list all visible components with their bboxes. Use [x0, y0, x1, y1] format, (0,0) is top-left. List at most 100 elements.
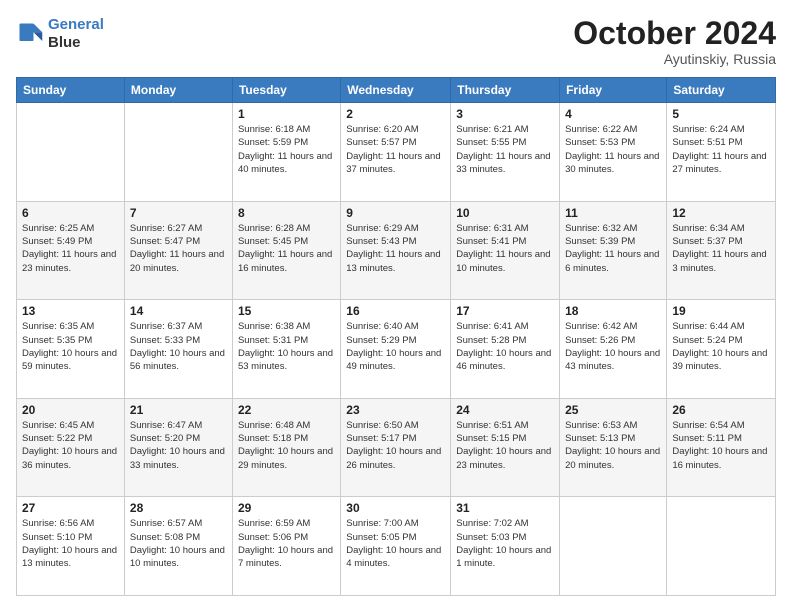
- day-number: 27: [22, 501, 119, 515]
- weekday-header-sunday: Sunday: [17, 78, 125, 103]
- day-info: Sunrise: 6:35 AMSunset: 5:35 PMDaylight:…: [22, 320, 119, 373]
- day-info: Sunrise: 6:48 AMSunset: 5:18 PMDaylight:…: [238, 419, 335, 472]
- day-info: Sunrise: 6:40 AMSunset: 5:29 PMDaylight:…: [346, 320, 445, 373]
- calendar-cell: 10 Sunrise: 6:31 AMSunset: 5:41 PMDayligh…: [451, 201, 560, 300]
- weekday-header-tuesday: Tuesday: [232, 78, 340, 103]
- calendar-cell: 23 Sunrise: 6:50 AMSunset: 5:17 PMDayligh…: [341, 398, 451, 497]
- day-number: 12: [672, 206, 770, 220]
- day-number: 28: [130, 501, 227, 515]
- calendar-cell: 3 Sunrise: 6:21 AMSunset: 5:55 PMDaylight…: [451, 103, 560, 202]
- day-info: Sunrise: 6:53 AMSunset: 5:13 PMDaylight:…: [565, 419, 661, 472]
- day-number: 4: [565, 107, 661, 121]
- day-info: Sunrise: 6:22 AMSunset: 5:53 PMDaylight:…: [565, 123, 661, 176]
- day-info: Sunrise: 6:32 AMSunset: 5:39 PMDaylight:…: [565, 222, 661, 275]
- day-number: 9: [346, 206, 445, 220]
- day-info: Sunrise: 6:37 AMSunset: 5:33 PMDaylight:…: [130, 320, 227, 373]
- calendar-cell: 21Sunrise: 6:47 AMSunset: 5:20 PMDayligh…: [124, 398, 232, 497]
- day-info: Sunrise: 6:51 AMSunset: 5:15 PMDaylight:…: [456, 419, 554, 472]
- day-info: Sunrise: 6:20 AMSunset: 5:57 PMDaylight:…: [346, 123, 445, 176]
- day-info: Sunrise: 6:45 AMSunset: 5:22 PMDaylight:…: [22, 419, 119, 472]
- calendar-cell: 27 Sunrise: 6:56 AMSunset: 5:10 PMDayligh…: [17, 497, 125, 596]
- weekday-header-thursday: Thursday: [451, 78, 560, 103]
- day-number: 22: [238, 403, 335, 417]
- weekday-header-friday: Friday: [560, 78, 667, 103]
- calendar-cell: 4 Sunrise: 6:22 AMSunset: 5:53 PMDaylight…: [560, 103, 667, 202]
- calendar-table: SundayMondayTuesdayWednesdayThursdayFrid…: [16, 77, 776, 596]
- day-number: 20: [22, 403, 119, 417]
- weekday-header-saturday: Saturday: [667, 78, 776, 103]
- calendar-cell: [17, 103, 125, 202]
- day-info: Sunrise: 6:56 AMSunset: 5:10 PMDaylight:…: [22, 517, 119, 570]
- calendar-cell: 29Sunrise: 6:59 AMSunset: 5:06 PMDayligh…: [232, 497, 340, 596]
- day-number: 13: [22, 304, 119, 318]
- day-info: Sunrise: 6:25 AMSunset: 5:49 PMDaylight:…: [22, 222, 119, 275]
- calendar-cell: 13 Sunrise: 6:35 AMSunset: 5:35 PMDayligh…: [17, 300, 125, 399]
- calendar-cell: 1Sunrise: 6:18 AMSunset: 5:59 PMDaylight…: [232, 103, 340, 202]
- day-number: 31: [456, 501, 554, 515]
- day-number: 5: [672, 107, 770, 121]
- calendar-cell: 17 Sunrise: 6:41 AMSunset: 5:28 PMDayligh…: [451, 300, 560, 399]
- page: General Blue October 2024 Ayutinskiy, Ru…: [0, 0, 792, 612]
- calendar-cell: [560, 497, 667, 596]
- day-number: 23: [346, 403, 445, 417]
- calendar-cell: 11Sunrise: 6:32 AMSunset: 5:39 PMDayligh…: [560, 201, 667, 300]
- day-number: 26: [672, 403, 770, 417]
- calendar-cell: 18Sunrise: 6:42 AMSunset: 5:26 PMDayligh…: [560, 300, 667, 399]
- day-info: Sunrise: 6:41 AMSunset: 5:28 PMDaylight:…: [456, 320, 554, 373]
- day-number: 6: [22, 206, 119, 220]
- logo: General Blue: [16, 16, 104, 52]
- calendar-cell: [667, 497, 776, 596]
- logo-text: General Blue: [48, 16, 104, 52]
- calendar-cell: 22 Sunrise: 6:48 AMSunset: 5:18 PMDayligh…: [232, 398, 340, 497]
- day-info: Sunrise: 6:24 AMSunset: 5:51 PMDaylight:…: [672, 123, 770, 176]
- day-info: Sunrise: 6:29 AMSunset: 5:43 PMDaylight:…: [346, 222, 445, 275]
- day-info: Sunrise: 6:47 AMSunset: 5:20 PMDaylight:…: [130, 419, 227, 472]
- day-number: 8: [238, 206, 335, 220]
- calendar-cell: 8 Sunrise: 6:28 AMSunset: 5:45 PMDaylight…: [232, 201, 340, 300]
- day-info: Sunrise: 7:00 AMSunset: 5:05 PMDaylight:…: [346, 517, 445, 570]
- location-subtitle: Ayutinskiy, Russia: [573, 51, 776, 67]
- calendar-cell: 14 Sunrise: 6:37 AMSunset: 5:33 PMDayligh…: [124, 300, 232, 399]
- day-info: Sunrise: 6:44 AMSunset: 5:24 PMDaylight:…: [672, 320, 770, 373]
- calendar-cell: 2 Sunrise: 6:20 AMSunset: 5:57 PMDaylight…: [341, 103, 451, 202]
- calendar-cell: [124, 103, 232, 202]
- calendar-cell: 12 Sunrise: 6:34 AMSunset: 5:37 PMDayligh…: [667, 201, 776, 300]
- day-info: Sunrise: 6:54 AMSunset: 5:11 PMDaylight:…: [672, 419, 770, 472]
- week-row-4: 20 Sunrise: 6:45 AMSunset: 5:22 PMDayligh…: [17, 398, 776, 497]
- weekday-header-monday: Monday: [124, 78, 232, 103]
- day-number: 15: [238, 304, 335, 318]
- day-number: 3: [456, 107, 554, 121]
- calendar-cell: 9 Sunrise: 6:29 AMSunset: 5:43 PMDaylight…: [341, 201, 451, 300]
- day-info: Sunrise: 6:57 AMSunset: 5:08 PMDaylight:…: [130, 517, 227, 570]
- calendar-cell: 28 Sunrise: 6:57 AMSunset: 5:08 PMDayligh…: [124, 497, 232, 596]
- weekday-header-wednesday: Wednesday: [341, 78, 451, 103]
- calendar-cell: 24Sunrise: 6:51 AMSunset: 5:15 PMDayligh…: [451, 398, 560, 497]
- day-number: 29: [238, 501, 335, 515]
- logo-line2: Blue: [48, 34, 104, 52]
- day-number: 14: [130, 304, 227, 318]
- week-row-1: 1Sunrise: 6:18 AMSunset: 5:59 PMDaylight…: [17, 103, 776, 202]
- day-info: Sunrise: 7:02 AMSunset: 5:03 PMDaylight:…: [456, 517, 554, 570]
- calendar-cell: 16 Sunrise: 6:40 AMSunset: 5:29 PMDayligh…: [341, 300, 451, 399]
- calendar-cell: 25Sunrise: 6:53 AMSunset: 5:13 PMDayligh…: [560, 398, 667, 497]
- day-info: Sunrise: 6:38 AMSunset: 5:31 PMDaylight:…: [238, 320, 335, 373]
- day-info: Sunrise: 6:31 AMSunset: 5:41 PMDaylight:…: [456, 222, 554, 275]
- calendar-cell: 30Sunrise: 7:00 AMSunset: 5:05 PMDayligh…: [341, 497, 451, 596]
- day-number: 17: [456, 304, 554, 318]
- calendar-cell: 15 Sunrise: 6:38 AMSunset: 5:31 PMDayligh…: [232, 300, 340, 399]
- day-number: 2: [346, 107, 445, 121]
- day-number: 16: [346, 304, 445, 318]
- day-info: Sunrise: 6:18 AMSunset: 5:59 PMDaylight:…: [238, 123, 335, 176]
- header: General Blue October 2024 Ayutinskiy, Ru…: [16, 16, 776, 67]
- weekday-header-row: SundayMondayTuesdayWednesdayThursdayFrid…: [17, 78, 776, 103]
- title-block: October 2024 Ayutinskiy, Russia: [573, 16, 776, 67]
- day-info: Sunrise: 6:21 AMSunset: 5:55 PMDaylight:…: [456, 123, 554, 176]
- day-number: 10: [456, 206, 554, 220]
- logo-icon: [16, 20, 44, 48]
- week-row-3: 13 Sunrise: 6:35 AMSunset: 5:35 PMDayligh…: [17, 300, 776, 399]
- day-info: Sunrise: 6:50 AMSunset: 5:17 PMDaylight:…: [346, 419, 445, 472]
- day-info: Sunrise: 6:34 AMSunset: 5:37 PMDaylight:…: [672, 222, 770, 275]
- day-info: Sunrise: 6:42 AMSunset: 5:26 PMDaylight:…: [565, 320, 661, 373]
- day-info: Sunrise: 6:28 AMSunset: 5:45 PMDaylight:…: [238, 222, 335, 275]
- calendar-cell: 19Sunrise: 6:44 AMSunset: 5:24 PMDayligh…: [667, 300, 776, 399]
